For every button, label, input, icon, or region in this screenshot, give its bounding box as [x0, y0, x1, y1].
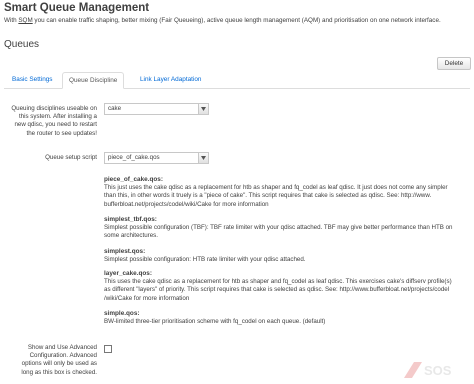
qdisc-label-line: the router to see updates!	[26, 129, 97, 137]
tab-queue-discipline[interactable]: Queue Discipline	[62, 72, 125, 89]
advanced-label-line: Show and Use Advanced	[27, 344, 97, 351]
script-description-line: some architectures.	[104, 232, 158, 240]
script-description-line: BW-limited three-tier prioritisation sch…	[104, 318, 326, 325]
script-description-title: simple.qos:	[104, 310, 140, 317]
script-description-title: piece_of_cake.qos:	[104, 176, 163, 183]
intro-text: With SQM you can enable traffic shaping,…	[4, 17, 469, 24]
chevron-down-icon	[198, 153, 208, 163]
section-title: Queues	[4, 39, 40, 50]
watermark-logo: SOS	[400, 358, 466, 382]
script-description-title: layer_cake.qos:	[104, 270, 152, 277]
advanced-label-line: options will only be used as	[21, 360, 97, 368]
script-description-title: simplest_tbf.qos:	[104, 216, 157, 223]
chevron-down-icon	[198, 104, 208, 114]
advanced-config-checkbox[interactable]	[104, 345, 112, 353]
script-description-line: /wiki/Cake for more information	[104, 294, 190, 302]
script-description-line: Simplest possible configuration: HTB rat…	[104, 256, 306, 263]
advanced-label: Show and Use Advanced Configuration. Adv…	[2, 344, 97, 377]
qdisc-label-line: Queuing disciplines useable on	[11, 105, 97, 112]
advanced-label-line: Configuration. Advanced	[29, 352, 97, 360]
script-description: layer_cake.qos: This uses the cake qdisc…	[104, 270, 470, 303]
script-label: Queue setup script	[45, 154, 97, 161]
script-description: simplest.qos: Simplest possible configur…	[104, 248, 470, 264]
script-description-line: bufferbloat.net/projects/codel/wiki/Cake…	[104, 200, 269, 208]
qdisc-select[interactable]: cake	[104, 103, 209, 115]
script-description: simplest_tbf.qos: Simplest possible conf…	[104, 216, 470, 241]
page-title: Smart Queue Management	[4, 2, 150, 14]
script-description-title: simplest.qos:	[104, 248, 146, 255]
script-description-line: Simplest possible configuration (TBF): T…	[104, 224, 453, 231]
script-description: simple.qos: BW-limited three-tier priori…	[104, 310, 470, 326]
tab-bar: Basic Settings Queue Discipline Link Lay…	[4, 72, 470, 89]
script-select-value: piece_of_cake.qos	[108, 154, 160, 161]
script-description-line: This just uses the cake qdisc as a repla…	[104, 184, 448, 191]
script-description-line: as different "layers" of priority. This …	[104, 286, 450, 294]
advanced-label-line: long as this box is checked.	[21, 368, 97, 376]
tab-basic-settings[interactable]: Basic Settings	[6, 72, 59, 88]
intro-text-before: With	[4, 17, 19, 24]
script-select[interactable]: piece_of_cake.qos	[104, 152, 209, 164]
watermark-text: SOS	[424, 363, 452, 378]
sqm-abbreviation: SQM	[18, 17, 33, 24]
script-description-line: than this, in other words it truely is a…	[104, 192, 432, 200]
qdisc-label-line: new qdisc, you need to restart	[14, 121, 97, 129]
qdisc-select-value: cake	[108, 105, 122, 112]
qdisc-label: Queuing disciplines useable on this syst…	[2, 105, 97, 138]
qdisc-label-line: this system. After installing a	[18, 113, 97, 121]
script-description-line: This uses the cake qdisc as a replacemen…	[104, 278, 452, 285]
delete-button[interactable]: Delete	[437, 57, 471, 70]
script-description: piece_of_cake.qos: This just uses the ca…	[104, 176, 470, 209]
tab-link-layer-adaptation[interactable]: Link Layer Adaptation	[134, 72, 207, 88]
intro-text-after: you can enable traffic shaping, better m…	[32, 17, 441, 24]
